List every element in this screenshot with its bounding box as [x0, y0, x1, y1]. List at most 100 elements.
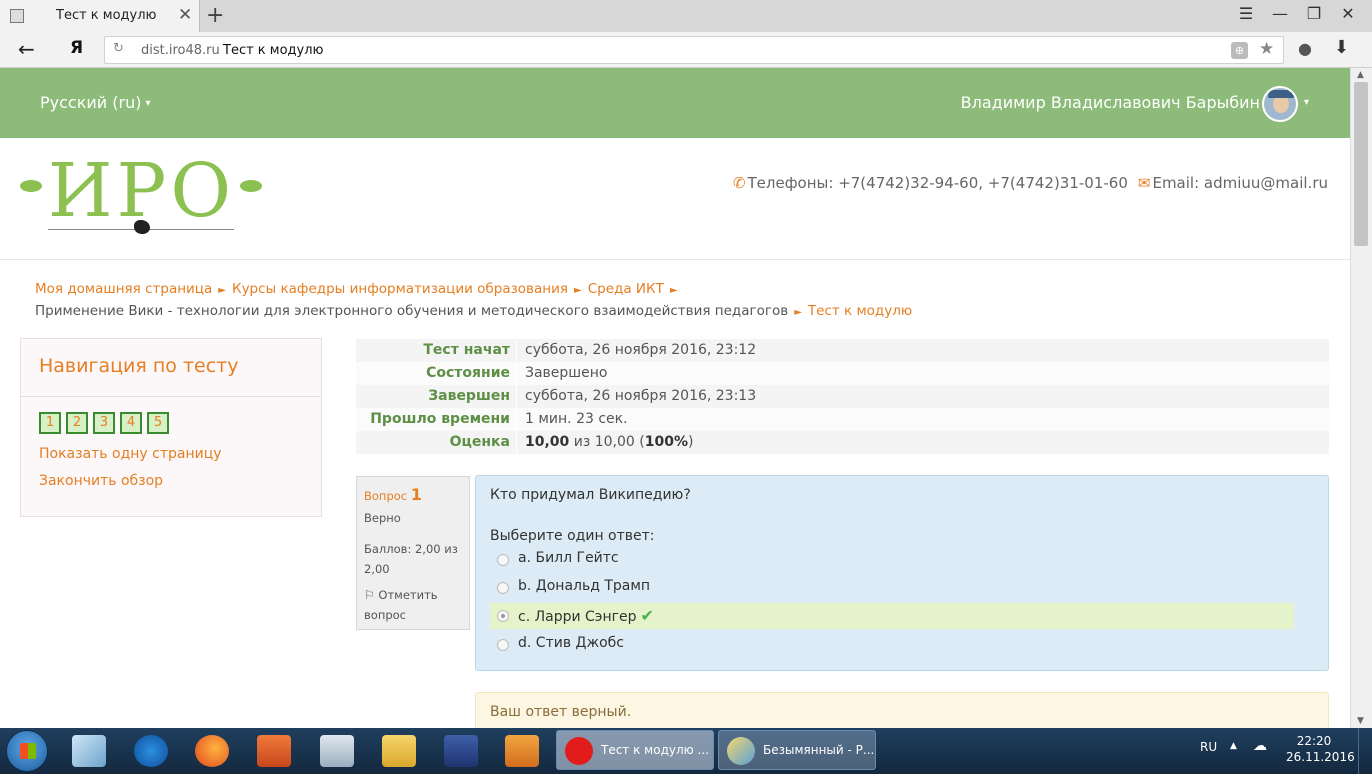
- radio-button[interactable]: [497, 554, 509, 566]
- question-button-4[interactable]: 4: [120, 412, 142, 434]
- question-info: Вопрос 1 Верно Баллов: 2,00 из 2,00 ⚐ От…: [356, 476, 470, 630]
- answer-option-c[interactable]: c. Ларри Сэнгер ✔: [490, 603, 1294, 629]
- answer-text: b. Дональд Трамп: [518, 578, 651, 594]
- network-icon[interactable]: ☁: [1253, 738, 1267, 754]
- minimize-icon[interactable]: —: [1270, 4, 1290, 23]
- taskbar: Тест к модулю ... Безымянный - Р... RU ▲…: [0, 728, 1372, 774]
- site-header: ИРО ✆ Телефоны: +7(4742)32-94-60, +7(4742…: [0, 138, 1350, 260]
- bookmark-star-icon[interactable]: ★: [1259, 39, 1274, 59]
- powerpoint-icon[interactable]: [257, 735, 291, 767]
- breadcrumb: Моя домашняя страница ► Курсы кафедры инфо…: [35, 279, 1325, 323]
- answer-prompt: Выберите один ответ:: [490, 528, 655, 544]
- question-button-2[interactable]: 2: [66, 412, 88, 434]
- tray-expand-icon[interactable]: ▲: [1230, 741, 1237, 751]
- page-scrollbar[interactable]: ▲ ▼: [1350, 68, 1372, 728]
- yandex-logo-icon[interactable]: Я: [70, 38, 83, 58]
- show-one-page-link[interactable]: Показать одну страницу: [39, 446, 222, 462]
- breadcrumb-separator-icon: ►: [574, 285, 582, 296]
- clock[interactable]: 22:20 26.11.2016: [1286, 733, 1355, 765]
- breadcrumb-ict[interactable]: Среда ИКТ: [588, 281, 664, 297]
- logo-leaf-icon: [240, 180, 262, 192]
- floppy-save-icon[interactable]: [444, 735, 478, 767]
- breadcrumb-courses[interactable]: Курсы кафедры информатизации образования: [232, 281, 568, 297]
- internet-explorer-icon[interactable]: [134, 735, 168, 767]
- summary-label: Состояние: [426, 365, 510, 381]
- answer-text: c. Ларри Сэнгер ✔: [518, 606, 654, 625]
- browser-menu-icon[interactable]: ☰: [1236, 4, 1256, 23]
- avatar[interactable]: [1262, 86, 1298, 122]
- user-menu-name[interactable]: Владимир Владиславович Барыбин: [961, 93, 1260, 112]
- new-tab-button[interactable]: +: [206, 3, 224, 28]
- answer-option-b[interactable]: b. Дональд Трамп: [490, 575, 1294, 601]
- question-state: Верно: [364, 511, 401, 525]
- scroll-down-icon[interactable]: ▼: [1357, 716, 1364, 726]
- email-text: Email: admiuu@mail.ru: [1152, 174, 1328, 192]
- question-number: 1: [410, 485, 422, 504]
- table-row: Завершен суббота, 26 ноября 2016, 23:13: [356, 385, 1329, 408]
- extension-icon[interactable]: ●: [1298, 39, 1312, 58]
- question-buttons: 1 2 3 4 5: [39, 412, 169, 434]
- taskbar-task-paint[interactable]: Безымянный - Р...: [718, 730, 876, 770]
- question-text: Кто придумал Википедию?: [490, 487, 691, 503]
- windows-logo-icon: [20, 743, 36, 759]
- scroll-up-icon[interactable]: ▲: [1357, 70, 1364, 80]
- yandex-browser-icon: [565, 737, 593, 765]
- notes-app-icon[interactable]: [72, 735, 106, 767]
- email-icon: ✉: [1137, 174, 1151, 192]
- close-window-icon[interactable]: ✕: [1338, 4, 1358, 23]
- answer-text: d. Стив Джобс: [518, 635, 624, 651]
- file-explorer-icon[interactable]: [382, 735, 416, 767]
- answer-option-a[interactable]: a. Билл Гейтс: [490, 547, 1294, 573]
- reload-icon[interactable]: ↻: [113, 41, 124, 56]
- grade-of: из 10,00 (: [573, 434, 645, 450]
- answer-option-d[interactable]: d. Стив Джобс: [490, 632, 1294, 658]
- protect-icon[interactable]: ⊕: [1231, 42, 1248, 59]
- site-top-bar: Русский (ru) ▾ Владимир Владиславович Бар…: [0, 68, 1350, 138]
- avatar-cap: [1268, 90, 1294, 98]
- feedback-box: Ваш ответ верный.: [475, 692, 1329, 728]
- summary-value: Завершено: [516, 362, 607, 385]
- phones-text: Телефоны: +7(4742)32-94-60, +7(4742)31-0…: [747, 174, 1128, 192]
- address-bar[interactable]: ↻ dist.iro48.ru Тест к модулю ⊕ ★: [104, 36, 1284, 64]
- breadcrumb-quiz[interactable]: Тест к модулю: [808, 303, 912, 319]
- download-icon[interactable]: ⬇: [1334, 37, 1349, 58]
- language-menu[interactable]: Русский (ru) ▾: [40, 93, 151, 112]
- caret-down-icon: ▾: [145, 98, 151, 109]
- restore-icon[interactable]: ❐: [1304, 4, 1324, 23]
- input-language-indicator[interactable]: RU: [1200, 740, 1217, 754]
- radio-button[interactable]: [497, 639, 509, 651]
- scroll-thumb[interactable]: [1354, 82, 1368, 246]
- table-row: Тест начат суббота, 26 ноября 2016, 23:1…: [356, 339, 1329, 362]
- phone-icon: ✆: [732, 174, 746, 192]
- clock-date: 26.11.2016: [1286, 750, 1355, 764]
- firefox-icon[interactable]: [195, 735, 229, 767]
- show-desktop-button[interactable]: [1358, 728, 1372, 774]
- breadcrumb-home[interactable]: Моя домашняя страница: [35, 281, 212, 297]
- summary-label: Завершен: [428, 388, 510, 404]
- grade-close: ): [688, 434, 694, 450]
- summary-value: суббота, 26 ноября 2016, 23:13: [516, 385, 756, 408]
- browser-nav-bar: ← Я ↻ dist.iro48.ru Тест к модулю ⊕ ★ ● …: [0, 32, 1372, 68]
- question-button-5[interactable]: 5: [147, 412, 169, 434]
- question-button-3[interactable]: 3: [93, 412, 115, 434]
- browser-tab[interactable]: Тест к модулю ✕: [0, 0, 200, 32]
- start-button[interactable]: [6, 730, 48, 772]
- calculator-icon[interactable]: [320, 735, 354, 767]
- table-row: Оценка 10,00 из 10,00 (100%): [356, 431, 1329, 454]
- tab-close-icon[interactable]: ✕: [178, 5, 192, 25]
- breadcrumb-course[interactable]: Применение Вики - технологии для электро…: [35, 303, 788, 319]
- media-player-icon[interactable]: [505, 735, 539, 767]
- flag-icon: ⚐: [364, 588, 375, 602]
- feedback-text: Ваш ответ верный.: [490, 704, 632, 720]
- radio-button-checked[interactable]: [497, 610, 509, 622]
- flag-question-button[interactable]: ⚐ Отметить вопрос: [364, 585, 464, 625]
- finish-review-link[interactable]: Закончить обзор: [39, 473, 163, 489]
- breadcrumb-separator-icon: ►: [218, 285, 226, 296]
- user-caret-down-icon[interactable]: ▾: [1304, 97, 1309, 108]
- answer-text: a. Билл Гейтс: [518, 550, 619, 566]
- question-button-1[interactable]: 1: [39, 412, 61, 434]
- back-arrow-icon[interactable]: ←: [18, 37, 35, 61]
- breadcrumb-separator-icon: ►: [669, 285, 678, 296]
- taskbar-task-browser[interactable]: Тест к модулю ...: [556, 730, 714, 770]
- radio-button[interactable]: [497, 582, 509, 594]
